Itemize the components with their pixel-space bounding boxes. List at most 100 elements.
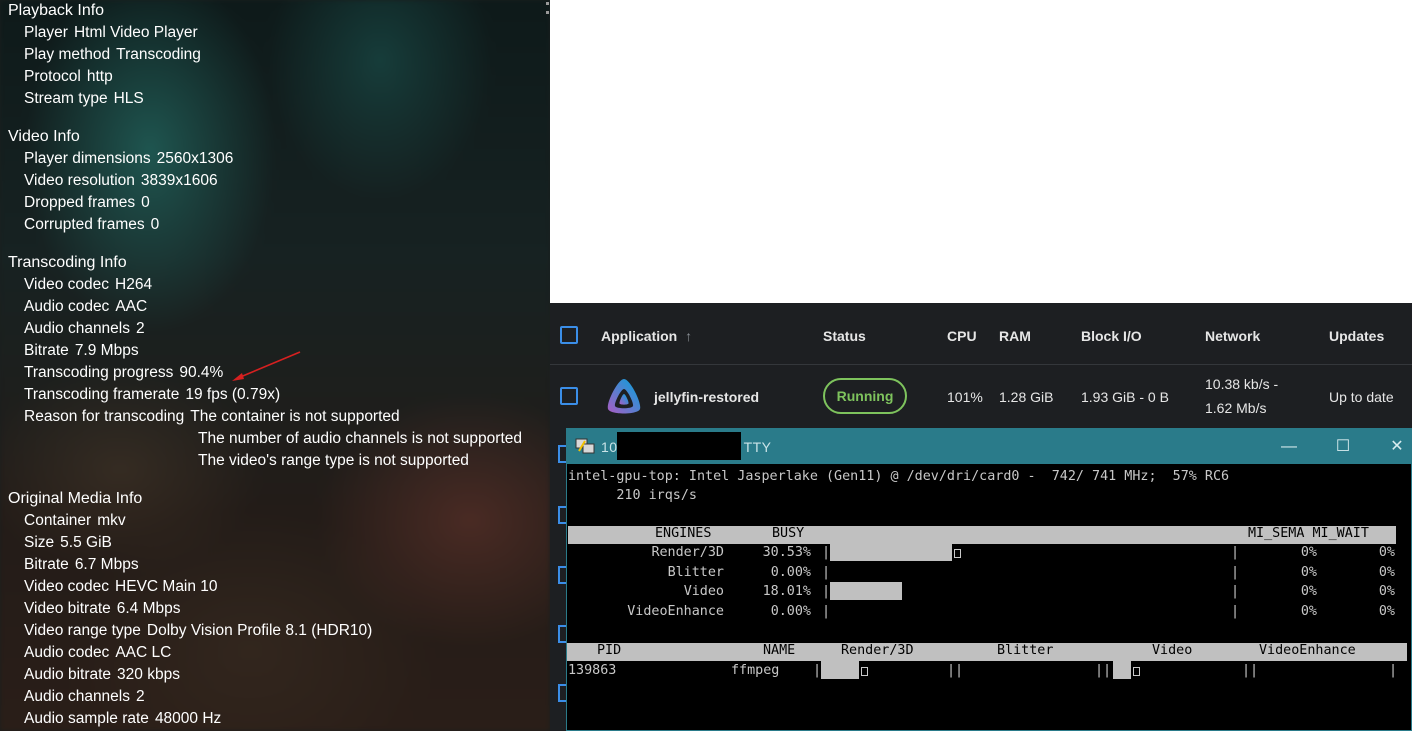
table-row[interactable]: jellyfin-restored Running 101% 1.28 GiB … [550, 365, 1412, 429]
process-enhance-bar: || [1242, 663, 1259, 678]
stat-label: Dropped frames [24, 194, 136, 211]
stat-row: Size 5.5 GiB [24, 534, 112, 552]
busy-label: BUSY [772, 526, 805, 541]
stat-value: mkv [97, 512, 126, 529]
column-application[interactable]: Application ↑ [601, 328, 692, 344]
stat-row: Audio codec AAC LC [24, 644, 171, 662]
process-render-fill [821, 661, 859, 679]
stat-row: Player dimensions 2560x1306 [24, 150, 233, 168]
stat-row: Protocol http [24, 68, 113, 86]
engine-busy-value: 30.53% [762, 545, 811, 560]
engine-bar-right: | [1231, 584, 1240, 599]
stat-label: Reason for transcoding [24, 408, 185, 425]
stat-label: Play method [24, 46, 111, 63]
process-video-cap [1133, 667, 1140, 676]
stat-row: Transcoding framerate 19 fps (0.79x) [24, 386, 280, 404]
network-in-value: 10.38 kb/s - [1205, 376, 1279, 392]
stat-value: The container is not supported [190, 408, 400, 425]
sort-ascending-icon: ↑ [685, 328, 693, 344]
stat-label: Audio sample rate [24, 710, 149, 727]
stat-row: Bitrate 6.7 Mbps [24, 556, 139, 574]
minimize-button[interactable]: — [1261, 429, 1317, 464]
stat-value: 0 [150, 216, 160, 233]
stat-value: Dolby Vision Profile 8.1 (HDR10) [146, 622, 373, 639]
row-checkbox[interactable] [560, 387, 578, 405]
stat-label: Size [24, 534, 55, 551]
status-badge: Running [823, 378, 907, 414]
stat-row: Audio channels 2 [24, 688, 145, 706]
videoenhance-label: VideoEnhance [1259, 643, 1356, 658]
section-title: Original Media Info [8, 490, 143, 507]
stat-label: Video codec [24, 578, 110, 595]
engine-bar-left: | [822, 584, 831, 599]
engine-mi-sema: 0% [1300, 603, 1317, 619]
stat-row: Transcoding progress 90.4% [24, 364, 223, 382]
putty-titlebar[interactable]: 10 TTY — ☐ ✕ [567, 429, 1412, 464]
engine-bar-left: | [822, 603, 831, 619]
stat-row: Audio bitrate 320 kbps [24, 666, 180, 684]
stat-value: H264 [115, 276, 153, 293]
engine-busy-value: 0.00% [770, 603, 811, 619]
updates-value: Up to date [1329, 389, 1394, 405]
column-cpu[interactable]: CPU [947, 328, 977, 344]
maximize-button[interactable]: ☐ [1315, 429, 1371, 464]
name-label: NAME [763, 643, 796, 658]
engine-name: Video [683, 584, 724, 599]
engine-mi-wait: 0% [1378, 564, 1395, 580]
render-label: Render/3D [841, 643, 914, 658]
stat-value: 2560x1306 [156, 150, 234, 167]
stat-value: HEVC Main 10 [115, 578, 218, 595]
panel-edge-grip [546, 2, 549, 14]
engine-mi-wait: 0% [1378, 603, 1395, 619]
jellyfin-logo-icon [607, 379, 641, 414]
stat-label: Protocol [24, 68, 81, 85]
column-updates[interactable]: Updates [1329, 328, 1384, 344]
column-application-label: Application [601, 328, 678, 344]
engine-bar-cap [954, 549, 961, 558]
stat-value: AAC LC [115, 644, 172, 661]
stat-label: Audio codec [24, 644, 110, 661]
column-network[interactable]: Network [1205, 328, 1260, 344]
cpu-value: 101% [947, 389, 983, 405]
stat-row: Video resolution 3839x1606 [24, 172, 218, 190]
terminal-output[interactable]: intel-gpu-top: Intel Jasperlake (Gen11) … [567, 464, 1412, 731]
select-all-checkbox[interactable] [560, 326, 578, 344]
engine-busy-value: 0.00% [770, 564, 811, 580]
stat-label: Audio bitrate [24, 666, 112, 683]
engine-mi-sema: 0% [1300, 545, 1317, 560]
app-name[interactable]: jellyfin-restored [654, 389, 759, 405]
stat-value: 6.7 Mbps [74, 556, 139, 573]
engine-bar-left: | [822, 564, 831, 580]
stat-value: 48000 Hz [154, 710, 222, 727]
close-button[interactable]: ✕ [1369, 429, 1412, 464]
stat-label: Video codec [24, 276, 110, 293]
engine-busy-bar [830, 582, 902, 600]
transcode-reason-line: The video's range type is not supported [198, 452, 469, 469]
redacted-host [617, 432, 741, 460]
network-out-value: 1.62 Mb/s [1205, 400, 1267, 416]
stat-label: Corrupted frames [24, 216, 145, 233]
stat-row: Video range type Dolby Vision Profile 8.1… [24, 622, 372, 640]
process-video-fill [1113, 661, 1131, 679]
putty-window[interactable]: 10 TTY — ☐ ✕ intel-gpu-top: Intel Jasperl… [566, 428, 1412, 731]
pid-label: PID [597, 643, 622, 658]
section-title: Playback Info [8, 2, 105, 19]
column-ram[interactable]: RAM [999, 328, 1031, 344]
stat-label: Video range type [24, 622, 141, 639]
stat-value: 7.9 Mbps [74, 342, 139, 359]
stat-value: Transcoding [116, 46, 201, 63]
engine-mi-sema: 0% [1300, 584, 1317, 599]
column-block-io[interactable]: Block I/O [1081, 328, 1142, 344]
block-io-value: 1.93 GiB - 0 B [1081, 389, 1169, 405]
engine-name: Blitter [667, 564, 724, 580]
stat-row: Stream type HLS [24, 90, 144, 108]
stat-label: Video resolution [24, 172, 135, 189]
column-status[interactable]: Status [823, 328, 866, 344]
stat-value: Html Video Player [73, 24, 198, 41]
stat-row: Audio channels 2 [24, 320, 145, 338]
process-blitter-bar: || [947, 663, 964, 678]
blitter-label: Blitter [997, 643, 1054, 658]
engines-label: ENGINES [655, 526, 712, 541]
stat-row: Video codec HEVC Main 10 [24, 578, 218, 596]
irq-rate: 210 irqs/s [568, 488, 697, 503]
